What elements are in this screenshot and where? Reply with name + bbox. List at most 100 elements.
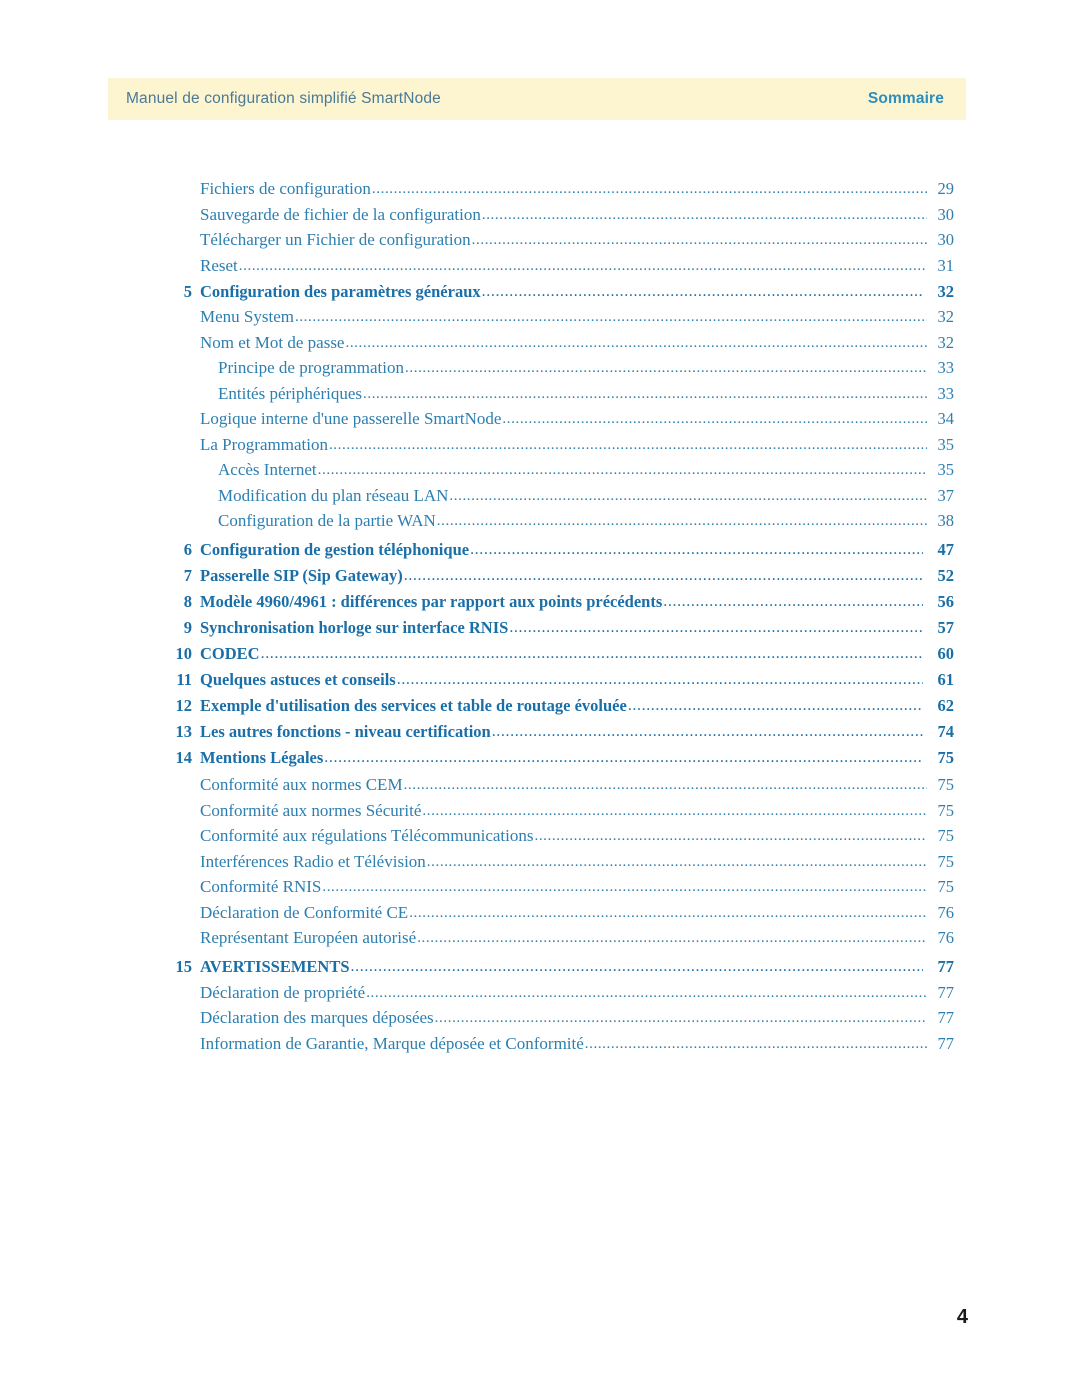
toc-entry[interactable]: Menu System.............................… [200, 308, 954, 326]
toc-leader-dots: ........................................… [317, 463, 927, 478]
header-document-title: Manuel de configuration simplifié SmartN… [126, 90, 441, 107]
toc-entry[interactable]: 8 Modèle 4960/4961 : différences par rapp… [166, 592, 955, 611]
toc-entry[interactable]: Fichiers de configuration...............… [200, 180, 954, 198]
toc-leader-dots: ........................................… [371, 182, 927, 197]
toc-entry-page: 60 [937, 644, 955, 663]
toc-entry[interactable]: La Programmation........................… [200, 436, 954, 454]
toc-entry[interactable]: Information de Garantie, Marque déposée … [200, 1035, 954, 1053]
toc-entry[interactable]: Conformité aux régulations Télécommunica… [200, 827, 954, 845]
toc-entry[interactable]: Logique interne d'une passerelle SmartNo… [200, 410, 954, 428]
toc-entry[interactable]: Interférences Radio et Télévision.......… [200, 853, 954, 871]
page-header-band: Manuel de configuration simplifié SmartN… [108, 78, 966, 120]
toc-entry-label: Principe de programmation [218, 358, 405, 377]
toc-entry[interactable]: Modification du plan réseau LAN ........… [218, 487, 954, 505]
toc-leader-dots: ........................................… [584, 1036, 927, 1052]
toc-entry-page: 33 [937, 358, 955, 377]
toc-entry[interactable]: Déclaration de Conformité CE............… [200, 904, 954, 922]
toc-entry-number: 14 [175, 748, 193, 767]
toc-leader-dots: ........................................… [502, 412, 927, 427]
header-section-title: Sommaire [867, 90, 944, 107]
toc-entry-label: Télécharger un Fichier de configuration [200, 230, 471, 249]
toc-entry-label: Déclaration de Conformité CE [200, 902, 409, 922]
toc-entry[interactable]: Sauvegarde de fichier de la configuratio… [200, 206, 954, 224]
toc-entry[interactable]: 15 AVERTISSEMENTS........................… [166, 957, 955, 976]
toc-entry-page: 52 [937, 566, 955, 585]
toc-entry-page: 30 [937, 204, 955, 224]
toc-entry-label: Quelques astuces et conseils [200, 670, 396, 689]
toc-entry[interactable]: 12 Exemple d'utilisation des services et … [166, 696, 955, 715]
toc-leader-dots: ........................................… [324, 750, 923, 766]
toc-entry[interactable]: Nom et Mot de passe.....................… [200, 334, 954, 352]
toc-entry-label: Accès Internet [218, 460, 317, 479]
toc-leader-dots: ........................................… [481, 283, 923, 300]
toc-entry[interactable]: Accès Internet .........................… [218, 461, 954, 479]
toc-entry-label: Entités périphériques [218, 383, 362, 403]
toc-entry-label: Représentant Européen autorisé [200, 928, 417, 947]
toc-entry-label: Déclaration des marques déposées [200, 1008, 434, 1027]
toc-entry-number: 6 [183, 540, 192, 559]
toc-entry[interactable]: 14 Mentions Légales......................… [166, 748, 955, 767]
toc-entry-label: Modèle 4960/4961 : différences par rappo… [200, 592, 663, 611]
toc-entry[interactable]: Conformité aux normes Sécurité..........… [200, 802, 954, 820]
toc-entry[interactable]: Déclaration de propriété................… [200, 984, 954, 1002]
toc-entry-label: Logique interne d'une passerelle SmartNo… [200, 409, 502, 428]
toc-entry[interactable]: Conformité RNIS.........................… [200, 878, 954, 896]
toc-entry-page: 75 [937, 748, 955, 767]
toc-leader-dots: ........................................… [470, 542, 923, 558]
toc-leader-dots: ........................................… [434, 1011, 927, 1026]
toc-entry-page: 57 [937, 618, 955, 637]
toc-entry[interactable]: Entités périphériques...................… [218, 385, 954, 403]
toc-leader-dots: ........................................… [663, 594, 923, 610]
toc-entry-label: Passerelle SIP (Sip Gateway) [200, 566, 403, 585]
toc-entry-page: 75 [937, 775, 955, 794]
toc-leader-dots: ........................................… [403, 568, 923, 584]
toc-leader-dots: ........................................… [345, 335, 927, 351]
toc-leader-dots: ........................................… [436, 514, 927, 529]
toc-entry-page: 33 [937, 383, 955, 403]
toc-entry-page: 32 [937, 332, 955, 352]
toc-entry[interactable]: 9 Synchronisation horloge sur interface R… [166, 618, 955, 637]
toc-entry-page: 31 [937, 255, 955, 275]
toc-entry-page: 34 [937, 409, 955, 428]
toc-entry-label: Exemple d'utilisation des services et ta… [200, 696, 627, 715]
toc-entry[interactable]: 7 Passerelle SIP (Sip Gateway)...........… [166, 566, 955, 585]
toc-entry[interactable]: Reset...................................… [200, 257, 954, 275]
toc-entry-number: 8 [183, 592, 192, 611]
toc-entry-page: 32 [937, 281, 955, 301]
toc-entry[interactable]: Représentant Européen autorisé..........… [200, 929, 954, 947]
toc-leader-dots: ........................................… [294, 310, 927, 325]
toc-entry[interactable]: 6 Configuration de gestion téléphonique..… [166, 540, 955, 559]
toc-entry-label: Menu System [200, 307, 294, 326]
toc-entry[interactable]: Principe de programmation...............… [218, 359, 954, 377]
toc-entry[interactable]: 11 Quelques astuces et conseils..........… [166, 670, 954, 689]
toc-entry-page: 77 [937, 957, 955, 976]
toc-entry[interactable]: Conformité aux normes CEM ..............… [200, 776, 954, 794]
toc-entry-page: 62 [937, 696, 955, 715]
toc-leader-dots: ........................................… [405, 361, 927, 376]
toc-entry[interactable]: 5 Configuration des paramètres généraux..… [166, 281, 955, 301]
toc-leader-dots: ........................................… [396, 672, 923, 688]
toc-entry[interactable]: Télécharger un Fichier de configuration.… [200, 231, 954, 249]
toc-entry-page: 38 [937, 511, 955, 530]
toc-entry-label: La Programmation [200, 434, 328, 454]
toc-leader-dots: ........................................… [363, 386, 927, 402]
toc-leader-dots: ........................................… [350, 959, 923, 975]
toc-entry-page: 29 [937, 179, 955, 198]
toc-entry[interactable]: Configuration de la partie WAN .........… [218, 512, 954, 530]
toc-leader-dots: ........................................… [409, 905, 927, 921]
toc-entry[interactable]: 13 Les autres fonctions - niveau certific… [166, 722, 955, 741]
toc-entry-label: Configuration de la partie WAN [218, 511, 436, 530]
toc-entry-page: 32 [937, 307, 955, 326]
toc-entry-number: 13 [175, 722, 193, 741]
toc-leader-dots: ........................................… [481, 207, 927, 223]
toc-entry-label: Conformité aux régulations Télécommunica… [200, 826, 534, 845]
toc-leader-dots: ........................................… [417, 931, 927, 946]
toc-entry-page: 75 [937, 800, 955, 820]
toc-entry-page: 56 [937, 592, 955, 611]
toc-entry[interactable]: Déclaration des marques déposées .......… [200, 1009, 954, 1027]
toc-entry[interactable]: 10 CODEC.................................… [166, 644, 955, 663]
toc-entry-page: 47 [937, 540, 955, 559]
toc-entry-page: 75 [937, 851, 955, 871]
toc-entry-label: CODEC [200, 644, 260, 663]
toc-entry-label: Déclaration de propriété [200, 982, 366, 1002]
